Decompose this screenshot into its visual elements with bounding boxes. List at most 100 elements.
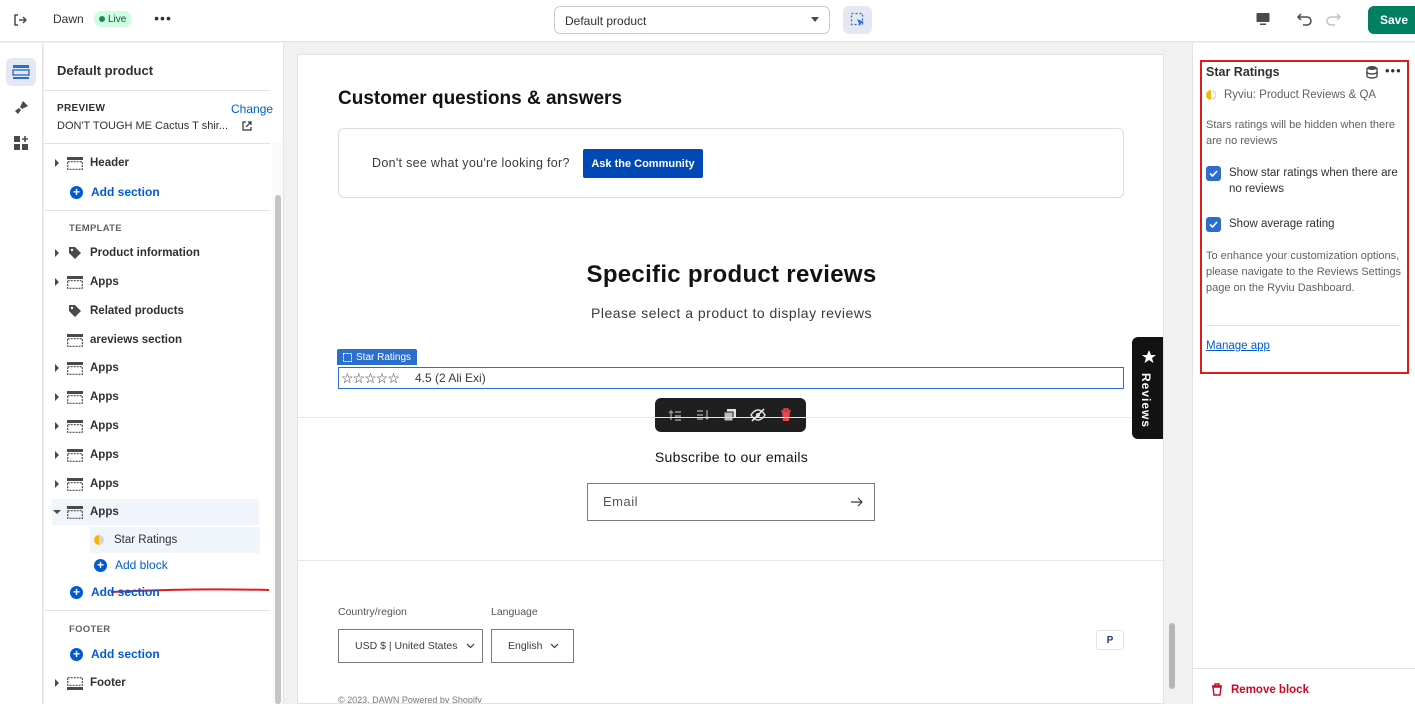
plus-circle-icon: + (70, 647, 83, 661)
selected-block-tag[interactable]: Star Ratings (337, 349, 418, 365)
chevron-down-icon[interactable] (52, 507, 62, 517)
database-icon[interactable] (1365, 65, 1379, 79)
divider (1206, 325, 1401, 326)
ask-community-button[interactable]: Ask the Community (583, 149, 703, 178)
reviews-tab-label: Reviews (1139, 373, 1153, 429)
chevron-right-icon[interactable] (52, 678, 62, 688)
sidebar-title: Default product (57, 63, 154, 78)
email-placeholder: Email (603, 494, 639, 509)
panel-more-button[interactable]: ••• (1385, 63, 1402, 78)
duplicate-button[interactable] (719, 404, 741, 426)
exit-icon (14, 14, 28, 26)
sidebar-item-apps[interactable]: Apps (52, 384, 259, 410)
template-select-value: Default product (565, 14, 647, 28)
panel-title: Star Ratings (1206, 65, 1280, 79)
move-up-button[interactable] (664, 404, 686, 426)
language-label: Language (491, 606, 538, 618)
newsletter-email-input[interactable]: Email (587, 483, 875, 521)
add-block-button[interactable]: + Add block (94, 555, 168, 575)
add-block-label: Add block (115, 558, 168, 572)
add-section-button[interactable]: + Add section (70, 182, 160, 202)
chevron-right-icon[interactable] (52, 421, 62, 431)
divider (44, 610, 270, 611)
sidebar-item-related-products[interactable]: Related products (52, 298, 259, 324)
chevron-right-icon[interactable] (52, 158, 62, 168)
section-icon (66, 477, 84, 491)
theme-more-button[interactable]: ••• (153, 9, 173, 29)
chevron-right-icon[interactable] (52, 363, 62, 373)
checkbox-checked-icon[interactable] (1206, 217, 1221, 232)
show-average-rating-option[interactable]: Show average rating (1206, 216, 1406, 232)
sidebar-item-apps[interactable]: Apps (52, 471, 259, 497)
star-ratings-block[interactable]: ☆☆☆☆☆ 4.5 (2 Ali Exi) (338, 367, 1124, 389)
redo-button[interactable] (1322, 8, 1344, 30)
live-badge: Live (94, 11, 133, 27)
selected-block-tag-label: Star Ratings (356, 351, 412, 363)
save-button[interactable]: Save (1368, 6, 1415, 34)
sections-icon (12, 65, 30, 79)
country-select[interactable]: USD $ | United States (338, 629, 483, 663)
remove-block-button[interactable]: Remove block (1211, 683, 1309, 696)
editor-topbar: Dawn Live ••• Default product Save (0, 0, 1415, 42)
change-preview-link[interactable]: Change (231, 102, 273, 116)
sidebar-item-footer[interactable]: Footer (52, 670, 259, 696)
desktop-preview-button[interactable] (1252, 8, 1274, 30)
checkbox-label: Show star ratings when there are no revi… (1229, 167, 1398, 195)
sidebar-item-product-information[interactable]: Product information (52, 240, 259, 266)
sidebar-block-star-ratings[interactable]: Star Ratings (90, 527, 260, 553)
preview-label: PREVIEW (57, 103, 106, 114)
sidebar-item-apps[interactable]: Apps (52, 442, 259, 468)
sections-rail-button[interactable] (6, 58, 36, 86)
chevron-right-icon[interactable] (52, 392, 62, 402)
hide-button[interactable] (747, 404, 769, 426)
theme-settings-rail-button[interactable] (6, 94, 36, 122)
live-badge-label: Live (108, 13, 127, 25)
sidebar-item-header[interactable]: Header (52, 150, 259, 176)
sidebar-item-apps-expanded[interactable]: Apps (52, 499, 259, 525)
template-select[interactable]: Default product (554, 6, 830, 34)
sidebar-item-areviews-section[interactable]: areviews section (52, 327, 259, 353)
sidebar-scroll-thumb[interactable] (275, 195, 281, 704)
add-section-button[interactable]: + Add section (70, 582, 160, 602)
arrow-right-icon[interactable] (850, 495, 864, 509)
subscribe-heading: Subscribe to our emails (654, 449, 809, 465)
sidebar-item-label: Apps (90, 506, 119, 518)
chevron-right-icon[interactable] (52, 277, 62, 287)
manage-app-link[interactable]: Manage app (1206, 340, 1270, 352)
preview-product-name: DON'T TOUGH ME Cactus T shir... (57, 120, 229, 132)
external-link-icon[interactable] (242, 121, 252, 131)
move-down-button[interactable] (692, 404, 714, 426)
chevron-right-icon[interactable] (52, 479, 62, 489)
undo-button[interactable] (1294, 8, 1316, 30)
reviews-heading: Specific product reviews (586, 261, 877, 288)
eye-slash-icon (750, 408, 767, 422)
section-icon (66, 156, 84, 170)
inspector-toggle-button[interactable] (843, 6, 872, 34)
section-icon (66, 390, 84, 404)
qa-prompt-box: Don't see what you're looking for? Ask t… (338, 128, 1124, 198)
sidebar-item-label: Apps (90, 420, 119, 432)
language-select-value: English (508, 640, 543, 652)
duplicate-icon (723, 409, 737, 422)
move-down-icon (696, 410, 710, 420)
monitor-icon (1256, 13, 1270, 25)
add-section-button[interactable]: + Add section (70, 644, 160, 664)
chevron-right-icon[interactable] (52, 248, 62, 258)
show-ratings-no-reviews-option[interactable]: Show star ratings when there are no revi… (1206, 165, 1406, 197)
sidebar-item-label: Product information (90, 247, 200, 259)
divider (298, 560, 1163, 561)
checkbox-checked-icon[interactable] (1206, 166, 1221, 181)
sidebar-item-apps[interactable]: Apps (52, 413, 259, 439)
exit-editor-button[interactable] (9, 9, 31, 31)
reviews-floating-tab[interactable]: Reviews (1132, 337, 1163, 439)
paintbrush-icon (15, 101, 28, 114)
language-select[interactable]: English (491, 629, 574, 663)
sidebar-item-apps[interactable]: Apps (52, 355, 259, 381)
sidebar-item-label: areviews section (90, 334, 183, 346)
delete-button[interactable] (775, 404, 797, 426)
app-embeds-rail-button[interactable] (6, 129, 36, 157)
sidebar-item-apps[interactable]: Apps (52, 269, 259, 295)
chevron-right-icon[interactable] (52, 450, 62, 460)
sidebar-item-label: Apps (90, 478, 119, 490)
canvas-scroll-thumb[interactable] (1169, 623, 1175, 689)
